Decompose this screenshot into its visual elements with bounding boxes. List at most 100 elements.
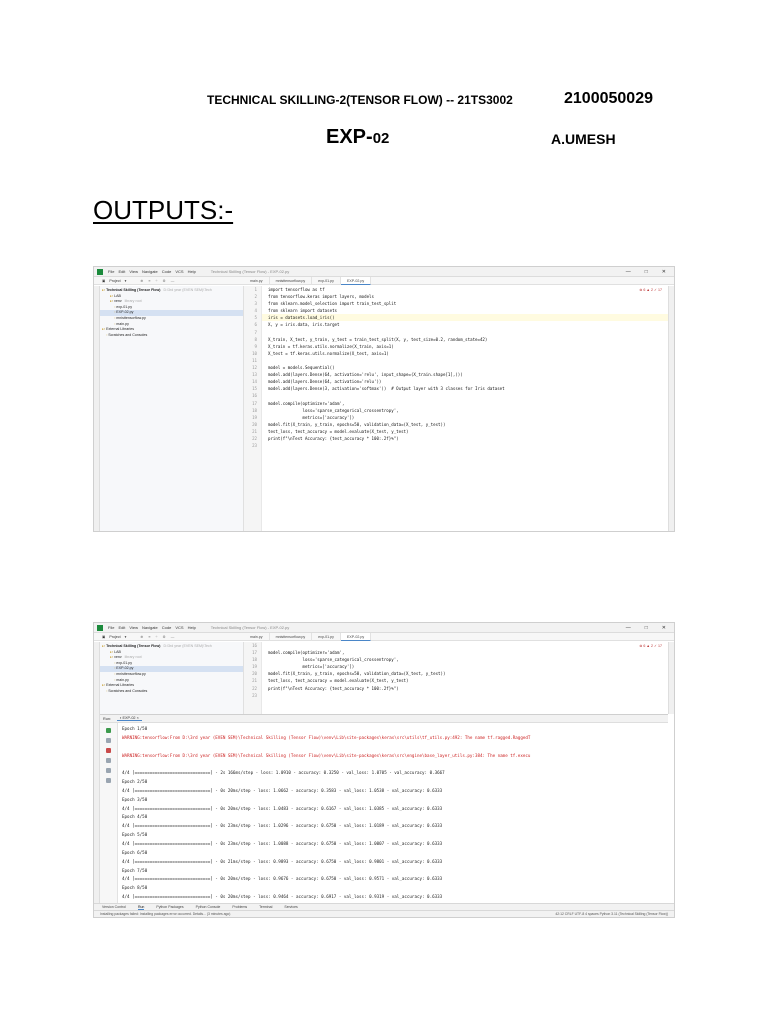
tree-item-hint: D:\3rd year (EVEN SEM)\Tech xyxy=(163,644,212,648)
pin-icon[interactable] xyxy=(106,778,111,783)
project-tree: ▸▪ Technical Skilling (Tensor Flow) D:\3r… xyxy=(100,286,244,531)
line-number: 19 xyxy=(252,664,257,670)
status-message[interactable]: Installing packages failed: Installing p… xyxy=(100,912,230,916)
code-line: 20 model.fit(X_train, y_train, epochs=50,… xyxy=(252,421,668,428)
console-line: 4/4 [==============================] - 0… xyxy=(122,805,443,811)
editor-tab[interactable]: main.py xyxy=(244,632,270,641)
tool-tab-run[interactable]: Run xyxy=(137,905,145,910)
editor-tab[interactable]: EXP-02.py xyxy=(340,632,372,641)
menu-item-code[interactable]: Code xyxy=(162,625,172,630)
console-line: 4/4 [==============================] - 0… xyxy=(122,876,443,882)
code-editor[interactable]: 16 17 model.compile(optimizer='adam', 18 lo… xyxy=(244,642,668,714)
tool-tab-problems[interactable]: Problems xyxy=(232,905,247,909)
window-controls: — □ ✕ xyxy=(626,625,674,631)
console-output[interactable]: Epoch 1/50 WARNING:tensorflow:From D:\3rd… xyxy=(122,725,668,903)
print-icon[interactable] xyxy=(106,768,111,773)
close-icon[interactable]: ✕ xyxy=(662,269,666,275)
code-line: 16 xyxy=(252,392,668,399)
code-text: loss='sparse_categorical_crossentropy', xyxy=(268,657,399,663)
code-line: 4 from sklearn import datasets xyxy=(255,307,668,314)
minimize-icon[interactable]: — xyxy=(626,269,631,275)
status-bar: Installing packages failed: Installing p… xyxy=(94,910,674,917)
editor-tab[interactable]: mnisttensorflow.py xyxy=(270,632,313,641)
code-line: 17 model.compile(optimizer='adam', xyxy=(252,400,668,407)
line-number: 16 xyxy=(252,643,257,648)
tool-tab-python-packages[interactable]: Python Packages xyxy=(156,905,183,909)
project-dropdown[interactable]: ▣ Project ▾ ⊕ ≡ ÷ ⚙ — xyxy=(94,279,244,283)
up-icon[interactable] xyxy=(106,738,111,743)
menu-item-vcs[interactable]: VCS xyxy=(175,269,183,274)
right-tool-strip xyxy=(668,286,674,531)
project-label: Project xyxy=(109,278,121,283)
run-panel: Run: ▪ EXP-02 × Epoch 1/50 WARNING:tensor… xyxy=(100,714,668,903)
editor-tab[interactable]: exp-01.py xyxy=(312,276,341,285)
project-label: Project xyxy=(109,634,121,639)
menu-item-view[interactable]: View xyxy=(129,269,138,274)
editor-tab[interactable]: EXP-02.py xyxy=(340,276,372,285)
menu-item-navigate[interactable]: Navigate xyxy=(142,269,158,274)
run-config-tab[interactable]: ▪ EXP-02 × xyxy=(117,716,142,721)
inspection-widget[interactable]: ⊗ 6 ▲ 2 ✓ 17 xyxy=(639,644,662,648)
tree-item[interactable]: ▫ Scratches and Consoles xyxy=(100,333,243,339)
menu-item-help[interactable]: Help xyxy=(188,625,196,630)
tool-tab-terminal[interactable]: Terminal xyxy=(259,905,272,909)
editor-tab[interactable]: mnisttensorflow.py xyxy=(270,276,313,285)
menu-item-code[interactable]: Code xyxy=(162,269,172,274)
editor-tab[interactable]: main.py xyxy=(244,276,270,285)
menu-item-view[interactable]: View xyxy=(129,625,138,630)
line-number: 17 xyxy=(252,650,257,656)
code-text: metrics=['accuracy']) xyxy=(268,664,355,670)
tree-item-label: LAB xyxy=(114,293,121,298)
inspection-widget[interactable]: ⊗ 6 ▲ 2 ✓ 17 xyxy=(639,288,662,292)
stop-icon[interactable] xyxy=(106,748,111,753)
maximize-icon[interactable]: □ xyxy=(645,625,648,631)
code-line: 6 X, y = iris.data, iris.target xyxy=(255,321,668,328)
code-line: 18 loss='sparse_categorical_crossentropy… xyxy=(252,407,668,414)
menu-item-file[interactable]: File xyxy=(108,269,114,274)
window-title: Technical Skilling (Tensor Flow) - EXP-0… xyxy=(210,269,290,274)
menu-item-edit[interactable]: Edit xyxy=(118,269,125,274)
line-number: 1 xyxy=(254,287,257,292)
line-number: 23 xyxy=(252,443,257,449)
close-tab-icon[interactable]: × xyxy=(137,716,139,720)
code-text: model.fit(X_train, y_train, epochs=50, v… xyxy=(268,671,446,677)
menu-item-file[interactable]: File xyxy=(108,625,114,630)
tree-item-label: mnisttensorflow.py xyxy=(116,671,146,676)
tree-item-label: Scratches and Consoles xyxy=(108,332,148,337)
run-toolbar xyxy=(100,723,118,903)
console-line: Epoch 4/50 xyxy=(122,814,148,820)
line-number: 11 xyxy=(252,357,257,363)
project-dropdown[interactable]: ▣ Project ▾ ⊕ ≡ ÷ ⚙ — xyxy=(94,635,244,639)
code-text: from sklearn.model_selection import trai… xyxy=(268,301,397,307)
rerun-icon[interactable] xyxy=(106,728,111,733)
menu-item-help[interactable]: Help xyxy=(188,269,196,274)
tool-tab-version-control[interactable]: Version Control xyxy=(102,905,126,909)
wrap-icon[interactable] xyxy=(106,758,111,763)
console-line: Epoch 7/50 xyxy=(122,867,148,873)
code-editor[interactable]: 1 import tensorflow as tf 2 from tensorflow… xyxy=(244,286,668,531)
code-text: X_test = tf.keras.utils.normalize(X_test… xyxy=(268,350,389,356)
tree-item-label: Scratches and Consoles xyxy=(108,688,148,693)
minimize-icon[interactable]: — xyxy=(626,625,631,631)
tree-item-hint: library root xyxy=(124,299,142,304)
code-text: model.compile(optimizer='adam', xyxy=(268,400,345,406)
tool-tab-services[interactable]: Services xyxy=(284,905,297,909)
code-text: X_train = tf.keras.utils.normalize(X_tra… xyxy=(268,343,394,349)
menu-item-navigate[interactable]: Navigate xyxy=(142,625,158,630)
code-lines: 16 17 model.compile(optimizer='adam', 18 lo… xyxy=(252,642,668,714)
tree-item-hint: library root xyxy=(124,655,142,660)
close-icon[interactable]: ✕ xyxy=(662,625,666,631)
menu-item-edit[interactable]: Edit xyxy=(118,625,125,630)
tree-item[interactable]: ▫ Scratches and Consoles xyxy=(100,689,243,695)
editor-tab[interactable]: exp-01.py xyxy=(312,632,341,641)
line-number: 16 xyxy=(252,393,257,399)
line-number: 12 xyxy=(252,365,257,371)
code-lines: 1 import tensorflow as tf 2 from tensorflow… xyxy=(252,286,668,531)
line-number: 7 xyxy=(254,329,257,335)
experiment-prefix: EXP- xyxy=(326,126,373,148)
menu-item-vcs[interactable]: VCS xyxy=(175,625,183,630)
tree-item-label: Technical Skilling (Tensor Flow) xyxy=(106,644,161,648)
tool-tab-python-console[interactable]: Python Console xyxy=(196,905,221,909)
maximize-icon[interactable]: □ xyxy=(645,269,648,275)
